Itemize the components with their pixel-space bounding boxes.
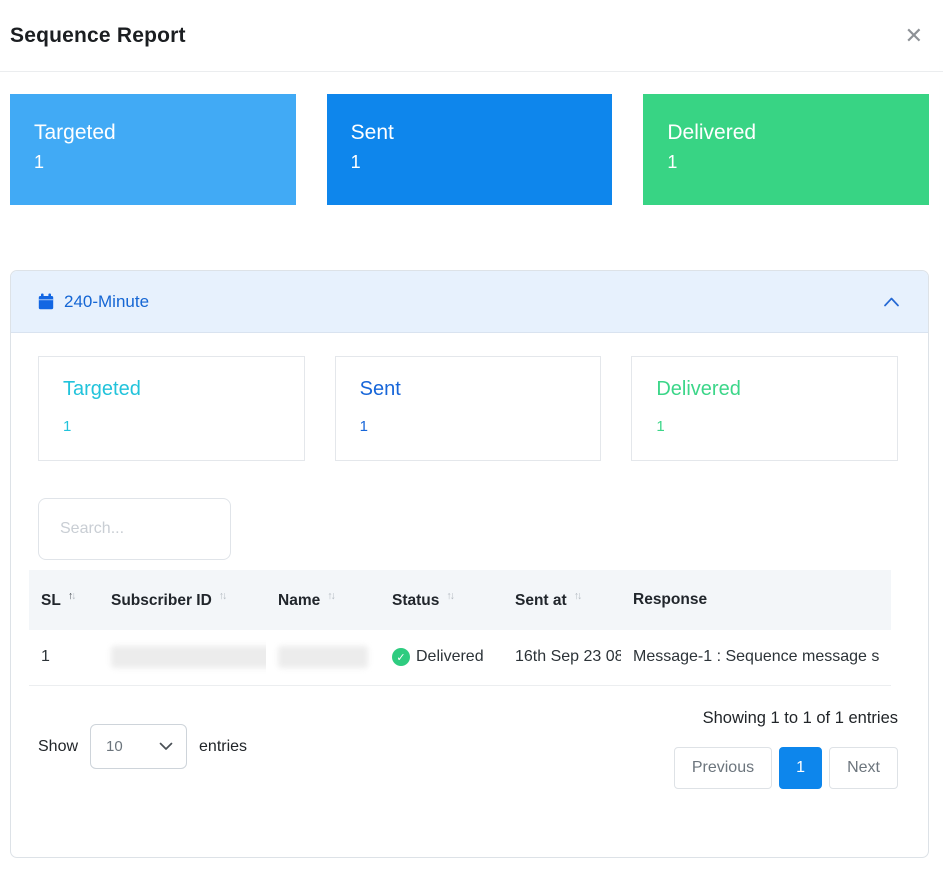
page-size-value: 10 bbox=[106, 738, 159, 755]
column-header-subscriber-id[interactable]: Subscriber ID↑↓ bbox=[99, 570, 266, 630]
step-sent-card: Sent 1 bbox=[335, 356, 602, 461]
page-title: Sequence Report bbox=[10, 24, 186, 48]
step-targeted-value: 1 bbox=[63, 418, 304, 435]
targeted-card-value: 1 bbox=[34, 152, 296, 173]
sort-icon: ↑↓ bbox=[446, 590, 453, 602]
delivered-card-value: 1 bbox=[667, 152, 929, 173]
cell-response: Message-1 : Sequence message s bbox=[621, 630, 891, 685]
step-targeted-card: Targeted 1 bbox=[38, 356, 305, 461]
accordion-title: 240-Minute bbox=[64, 292, 149, 312]
page-1-button[interactable]: 1 bbox=[779, 747, 822, 789]
accordion-body: Targeted 1 Sent 1 Delivered 1 bbox=[11, 333, 928, 789]
sent-card: Sent 1 bbox=[327, 94, 613, 205]
sort-icon: ↑↓ bbox=[68, 590, 75, 602]
entries-label: entries bbox=[199, 738, 247, 756]
sequence-step-panel: 240-Minute Targeted 1 Sent 1 Delivered 1 bbox=[10, 270, 929, 858]
delivered-check-icon: ✓ bbox=[392, 648, 410, 666]
modal-header: Sequence Report ✕ bbox=[0, 0, 943, 72]
next-page-button[interactable]: Next bbox=[829, 747, 898, 789]
calendar-icon bbox=[38, 293, 54, 310]
accordion-header[interactable]: 240-Minute bbox=[11, 271, 928, 333]
sent-card-label: Sent bbox=[351, 121, 613, 145]
sort-icon: ↑↓ bbox=[574, 590, 581, 602]
search-input[interactable] bbox=[38, 498, 231, 560]
step-delivered-label: Delivered bbox=[656, 378, 897, 401]
step-stat-cards: Targeted 1 Sent 1 Delivered 1 bbox=[38, 356, 898, 461]
step-delivered-value: 1 bbox=[656, 418, 897, 435]
report-table: SL↑↓ Subscriber ID↑↓ Name↑↓ Status↑↓ Sen bbox=[29, 570, 891, 686]
page-size-select[interactable]: 10 bbox=[90, 724, 187, 769]
cell-subscriber-id bbox=[99, 630, 266, 685]
chevron-down-icon bbox=[159, 742, 173, 751]
targeted-card: Targeted 1 bbox=[10, 94, 296, 205]
show-label: Show bbox=[38, 738, 78, 756]
summary-cards-row: Targeted 1 Sent 1 Delivered 1 bbox=[10, 94, 929, 205]
status-badge: Delivered bbox=[416, 648, 484, 666]
cell-status: ✓ Delivered bbox=[380, 630, 503, 685]
column-header-sent-at[interactable]: Sent at↑↓ bbox=[503, 570, 621, 630]
cell-name bbox=[266, 630, 380, 685]
redacted-subscriber-id bbox=[111, 646, 266, 668]
column-header-response: Response bbox=[621, 570, 891, 630]
table-row: 1 ✓ Delivered 16th bbox=[29, 630, 891, 685]
cell-sent-at: 16th Sep 23 08:18 bbox=[503, 630, 621, 685]
previous-page-button[interactable]: Previous bbox=[674, 747, 772, 789]
close-icon[interactable]: ✕ bbox=[901, 21, 927, 51]
step-delivered-card: Delivered 1 bbox=[631, 356, 898, 461]
sort-icon: ↑↓ bbox=[327, 590, 334, 602]
column-header-status[interactable]: Status↑↓ bbox=[380, 570, 503, 630]
delivered-card: Delivered 1 bbox=[643, 94, 929, 205]
table-header-row: SL↑↓ Subscriber ID↑↓ Name↑↓ Status↑↓ Sen bbox=[29, 570, 891, 630]
cell-sl: 1 bbox=[29, 630, 99, 685]
sent-card-value: 1 bbox=[351, 152, 613, 173]
step-sent-value: 1 bbox=[360, 418, 601, 435]
step-targeted-label: Targeted bbox=[63, 378, 304, 401]
redacted-name bbox=[278, 646, 368, 668]
delivered-card-label: Delivered bbox=[667, 121, 929, 145]
showing-entries-text: Showing 1 to 1 of 1 entries bbox=[703, 709, 898, 728]
step-sent-label: Sent bbox=[360, 378, 601, 401]
column-header-sl[interactable]: SL↑↓ bbox=[29, 570, 99, 630]
pagination: Previous 1 Next bbox=[674, 747, 898, 789]
column-header-name[interactable]: Name↑↓ bbox=[266, 570, 380, 630]
targeted-card-label: Targeted bbox=[34, 121, 296, 145]
chevron-up-icon[interactable] bbox=[883, 296, 900, 308]
sort-icon: ↑↓ bbox=[219, 590, 226, 602]
